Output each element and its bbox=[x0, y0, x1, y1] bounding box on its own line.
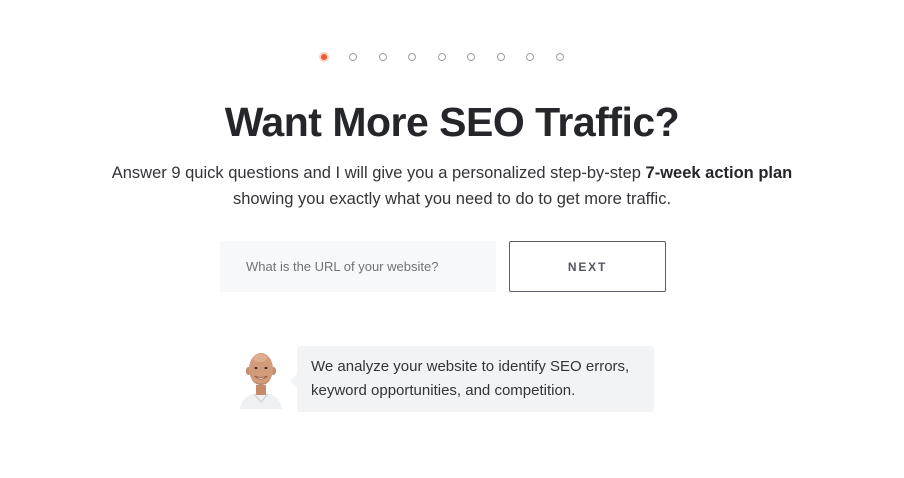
progress-dot-1[interactable] bbox=[319, 52, 329, 62]
progress-dot-3[interactable] bbox=[378, 53, 387, 61]
progress-dot-4[interactable] bbox=[408, 53, 416, 61]
subtitle-highlight: 7-week action plan bbox=[645, 164, 793, 182]
progress-dot-5[interactable] bbox=[437, 53, 446, 61]
subtitle-text-2: showing you exactly what you need to do … bbox=[232, 190, 672, 208]
person-avatar-icon bbox=[236, 349, 286, 409]
progress-dots bbox=[319, 52, 585, 62]
progress-dot-9[interactable] bbox=[555, 53, 564, 61]
subtitle-text-1: Answer 9 quick questions and I will give… bbox=[111, 164, 646, 182]
message-bubble: We analyze your website to identify SEO … bbox=[290, 346, 654, 412]
progress-dot-7[interactable] bbox=[496, 53, 505, 61]
next-button[interactable]: NEXT bbox=[509, 241, 666, 292]
progress-dot-6[interactable] bbox=[467, 53, 475, 61]
avatar bbox=[236, 349, 286, 409]
page-subtitle: Answer 9 quick questions and I will give… bbox=[0, 160, 904, 212]
page-title: Want More SEO Traffic? bbox=[224, 99, 680, 145]
message-line-2: keyword opportunities, and competition. bbox=[311, 382, 576, 399]
website-url-input[interactable] bbox=[220, 241, 496, 292]
message-line-1: We analyze your website to identify SEO … bbox=[311, 358, 630, 375]
progress-dot-2[interactable] bbox=[349, 53, 357, 61]
progress-dot-8[interactable] bbox=[526, 53, 534, 61]
page: Want More SEO Traffic? Answer 9 quick qu… bbox=[0, 0, 904, 478]
